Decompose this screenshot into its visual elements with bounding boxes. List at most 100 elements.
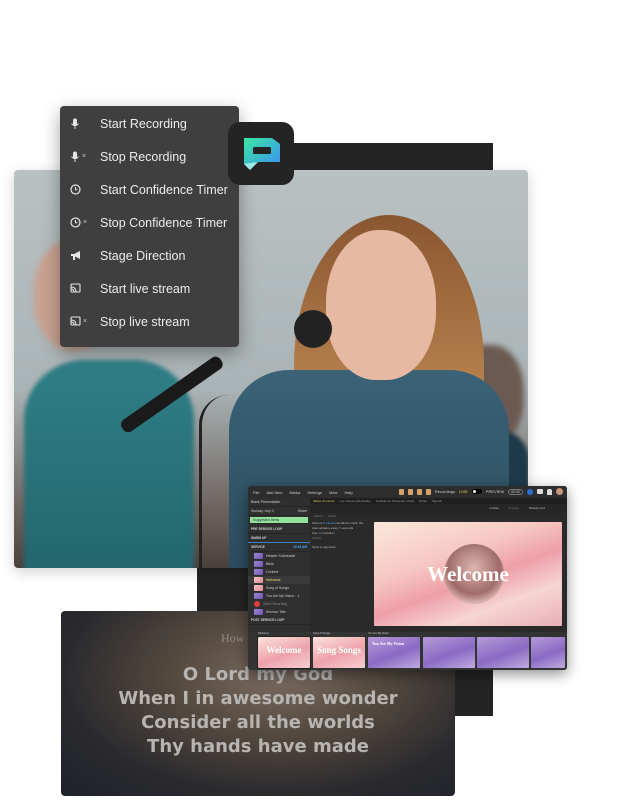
styles-tab[interactable]: Styles (328, 514, 336, 518)
sidebar-item-content[interactable]: Content (248, 568, 310, 576)
shuffle-option[interactable]: Shuffle (312, 536, 372, 541)
slide-thumb[interactable] (531, 637, 565, 668)
date-selector[interactable]: Sunday, July 4 (251, 509, 274, 513)
bell-icon[interactable] (547, 488, 552, 495)
globe-icon[interactable] (527, 488, 533, 495)
menu-bar: File Add Item Media Settings View Help R… (248, 486, 567, 498)
user-avatar[interactable] (556, 488, 563, 495)
microphone-head (294, 310, 332, 348)
sidebar-item-start-recording[interactable]: Start Recording (248, 600, 310, 608)
microphone-icon (60, 118, 100, 130)
tab-confidence[interactable]: Confidence (Presenter View) (376, 499, 414, 503)
sidebar-item-bible[interactable]: Bible (248, 560, 310, 568)
lyric-line: Thy hands have made (147, 736, 369, 757)
section-service[interactable]: SERVICE 10:15 AM (248, 543, 310, 552)
slide-thumb[interactable]: You Are My Vision (368, 637, 420, 668)
recordings-dropdown[interactable]: Recordings (435, 489, 455, 494)
section-post-service-loop[interactable]: POST SERVICE LOOP (248, 616, 310, 625)
tab-slides-content[interactable]: Slides (Content) (313, 499, 335, 503)
share-button[interactable]: Share (298, 509, 307, 513)
record-icon (254, 601, 260, 607)
slide-thumbnail (254, 593, 263, 599)
layout-thumb[interactable] (416, 488, 422, 495)
effects-tab[interactable]: Effects (314, 514, 323, 518)
live-preview-toggle[interactable] (471, 489, 482, 494)
clock-stop-icon: × (60, 217, 100, 228)
singer-face (326, 230, 436, 380)
item-label: Song of Songs (266, 586, 289, 590)
background-dropdown[interactable]: Background (529, 506, 545, 510)
sidebar-item-header-subheader[interactable]: Header Subheader (248, 552, 310, 560)
item-label: You Are My Vision - 1 (266, 594, 300, 598)
menu-settings[interactable]: Settings (307, 490, 321, 495)
menu-file[interactable]: File (253, 490, 259, 495)
livestream-icon (60, 283, 100, 294)
sub-toolbar: Effects Styles (310, 513, 567, 520)
slide-thumbnail (254, 585, 263, 591)
menu-help[interactable]: Help (344, 490, 352, 495)
menu-item-stop-live-stream[interactable]: × Stop live stream (60, 305, 239, 338)
lyrics-lines: O Lord my God When I in awesome wonder C… (61, 663, 455, 759)
suggested-items-banner[interactable]: Suggested Items (250, 517, 308, 524)
mic-cable (199, 395, 242, 568)
menu-media[interactable]: Media (289, 490, 300, 495)
slide-thumb[interactable]: Song Songs (313, 637, 365, 668)
sidebar-item-you-are-my-vision[interactable]: You Are My Vision - 1 (248, 592, 310, 600)
livestream-stop-icon: × (60, 316, 100, 327)
live-label: LIVE (459, 489, 468, 494)
tab-live-stream[interactable]: Live Stream (Duplicate) (340, 499, 371, 503)
tab-signals[interactable]: Signals (432, 499, 442, 503)
megaphone-icon (60, 250, 100, 261)
preview-label: PREVIEW (485, 489, 505, 494)
slide-properties: Show a 5 minute countdown clock, the Aut… (312, 521, 372, 550)
slide-thumbnail (254, 561, 263, 567)
slide-filmstrip: Welcome Song of Songs You Are My Vision … (248, 632, 567, 670)
slide-thumb[interactable] (477, 637, 529, 668)
app-window: File Add Item Media Settings View Help R… (248, 486, 567, 670)
sidebar-item-song-of-songs[interactable]: Song of Songs (248, 584, 310, 592)
layout-thumb[interactable] (407, 488, 413, 495)
slide-thumbnail (254, 577, 263, 583)
sidebar-item-welcome[interactable]: Welcome (248, 576, 310, 584)
tab-notes[interactable]: Notes (419, 499, 427, 503)
format-toolbar: Guides Arrange Background (310, 504, 567, 513)
slide-text: Welcome (266, 645, 302, 655)
action-menu: Start Recording × Stop Recording Start C… (60, 106, 239, 347)
send-to-sign-feed[interactable]: Send to sign feed (312, 545, 372, 550)
slide-preview: Welcome (374, 522, 562, 626)
item-label: Header Subheader (266, 554, 296, 558)
slide-thumb[interactable]: Welcome (257, 636, 311, 669)
layout-thumb[interactable] (425, 488, 431, 495)
section-service-label: SERVICE (251, 545, 265, 549)
sidebar-item-sermon-title[interactable]: Sermon Title (248, 608, 310, 616)
timer-pill[interactable]: 00:00 (508, 488, 523, 495)
presentation-title[interactable]: Blank Presentation (248, 498, 310, 507)
layout-thumb[interactable] (398, 488, 404, 495)
preview-title: Welcome (427, 562, 509, 586)
slide-thumb[interactable] (423, 637, 475, 668)
notifications-icon[interactable] (537, 489, 543, 494)
menu-item-start-live-stream[interactable]: Start live stream (60, 272, 239, 305)
slide-thumbnail (254, 569, 263, 575)
menu-item-start-confidence-timer[interactable]: Start Confidence Timer (60, 173, 239, 206)
menu-item-stop-recording[interactable]: × Stop Recording (60, 140, 239, 173)
arrange-dropdown[interactable]: Arrange (508, 506, 519, 510)
menu-item-stop-confidence-timer[interactable]: × Stop Confidence Timer (60, 206, 239, 239)
item-label: Welcome (266, 578, 281, 582)
item-label: Start Recording (263, 602, 288, 606)
guides-dropdown[interactable]: Guides (489, 506, 499, 510)
lyric-line: When I in awesome wonder (118, 688, 398, 709)
app-logo (228, 122, 294, 185)
menu-view[interactable]: View (329, 490, 338, 495)
menu-add-item[interactable]: Add Item (266, 490, 282, 495)
section-pre-service-loop[interactable]: PRE SERVICE LOOP (248, 525, 310, 534)
microphone-stop-icon: × (60, 151, 100, 163)
menu-item-stage-direction[interactable]: Stage Direction (60, 239, 239, 272)
section-warm-up[interactable]: WARM UP (248, 534, 310, 543)
menu-item-start-recording[interactable]: Start Recording (60, 107, 239, 140)
slide-thumbnail (254, 553, 263, 559)
speech-bubble-logo-icon (244, 137, 280, 170)
section-service-time: 10:15 AM (293, 545, 307, 549)
group-label: You Are My Vision (368, 632, 389, 635)
slide-thumbnail (254, 609, 263, 615)
